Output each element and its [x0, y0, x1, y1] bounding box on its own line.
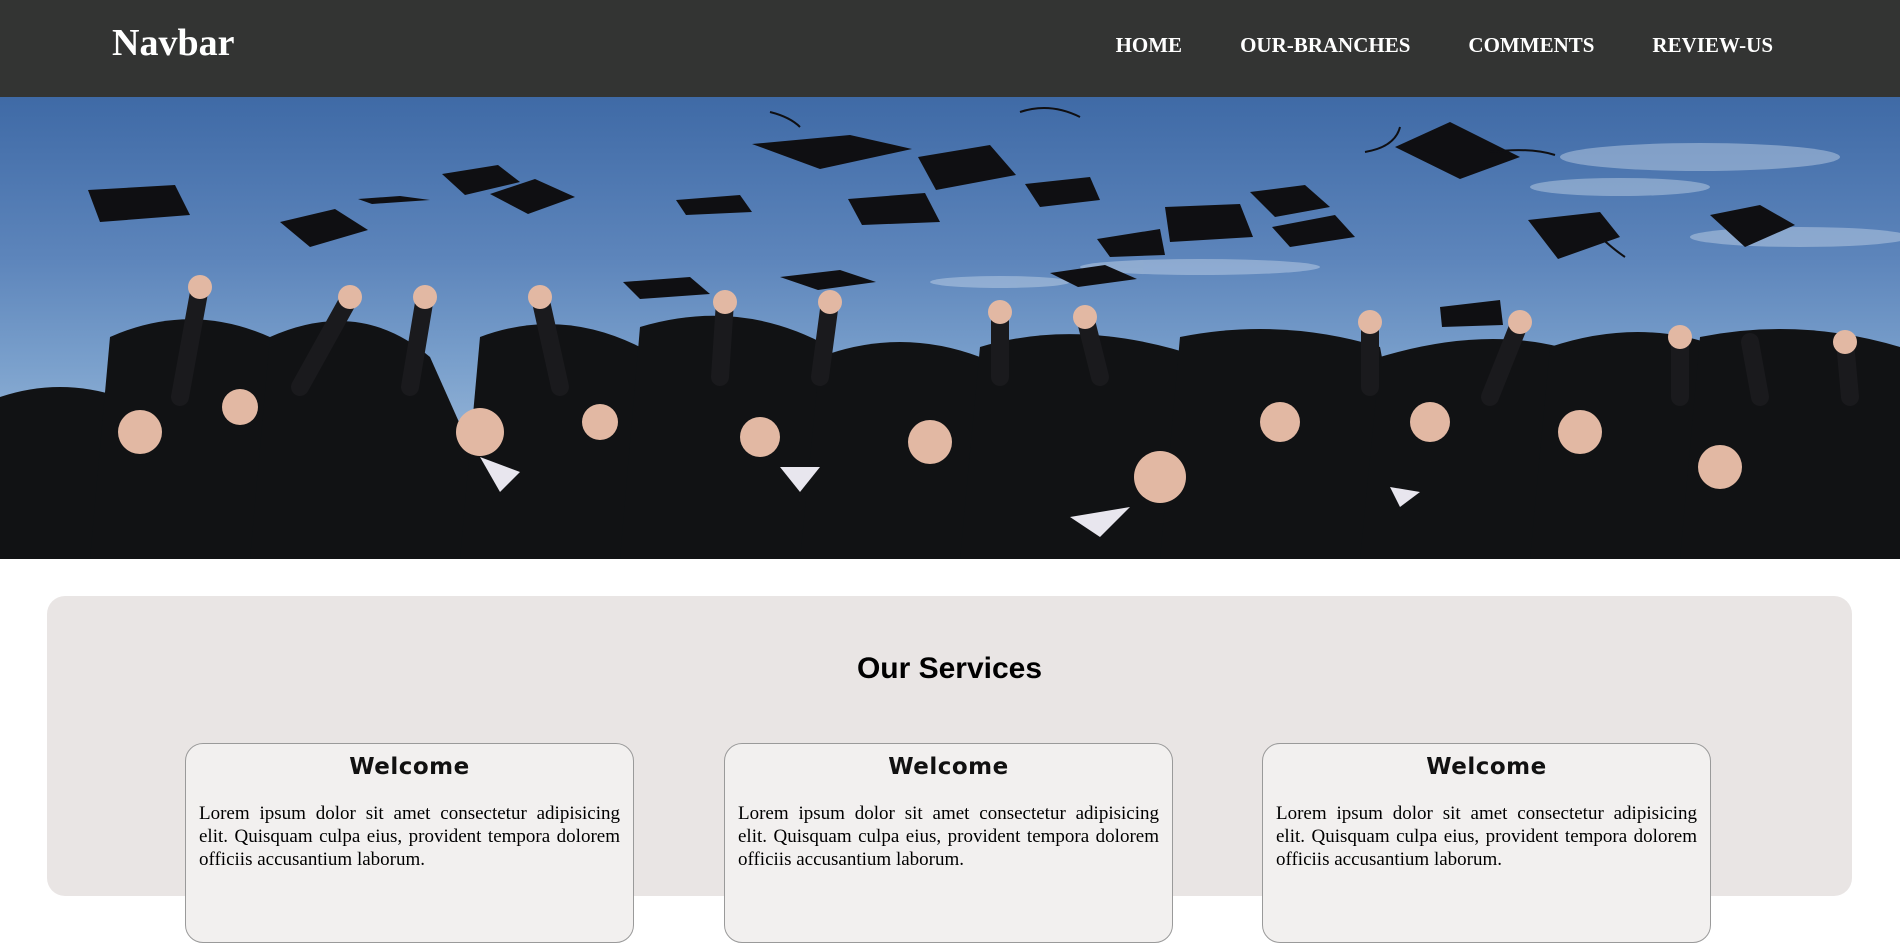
services-title: Our Services [856, 652, 1043, 685]
service-card-text: Lorem ipsum dolor sit amet consectetur a… [1276, 803, 1697, 870]
services-section: Our Services Welcome Lorem ipsum dolor s… [47, 596, 1852, 943]
hero-image [0, 97, 1900, 559]
nav-link-comments[interactable]: COMMENTS [1468, 33, 1594, 58]
service-card-title: Welcome [349, 754, 470, 780]
hero-illustration [0, 107, 1900, 559]
service-card: Welcome Lorem ipsum dolor sit amet conse… [185, 743, 634, 943]
nav-link-home[interactable]: HOME [1116, 33, 1183, 58]
service-card: Welcome Lorem ipsum dolor sit amet conse… [1262, 743, 1711, 943]
service-card-title: Welcome [1426, 754, 1547, 780]
service-card: Welcome Lorem ipsum dolor sit amet conse… [724, 743, 1173, 943]
service-card-title: Welcome [888, 754, 1009, 780]
service-card-text: Lorem ipsum dolor sit amet consectetur a… [199, 803, 620, 870]
nav-link-review-us[interactable]: REVIEW-US [1652, 33, 1773, 58]
nav-link-our-branches[interactable]: OUR-BRANCHES [1240, 33, 1410, 58]
service-card-text: Lorem ipsum dolor sit amet consectetur a… [738, 803, 1159, 870]
navbar: Navbar HOME OUR-BRANCHES COMMENTS REVIEW… [0, 0, 1900, 97]
navbar-brand[interactable]: Navbar [112, 21, 234, 65]
nav-links: HOME OUR-BRANCHES COMMENTS REVIEW-US [1116, 33, 1773, 58]
